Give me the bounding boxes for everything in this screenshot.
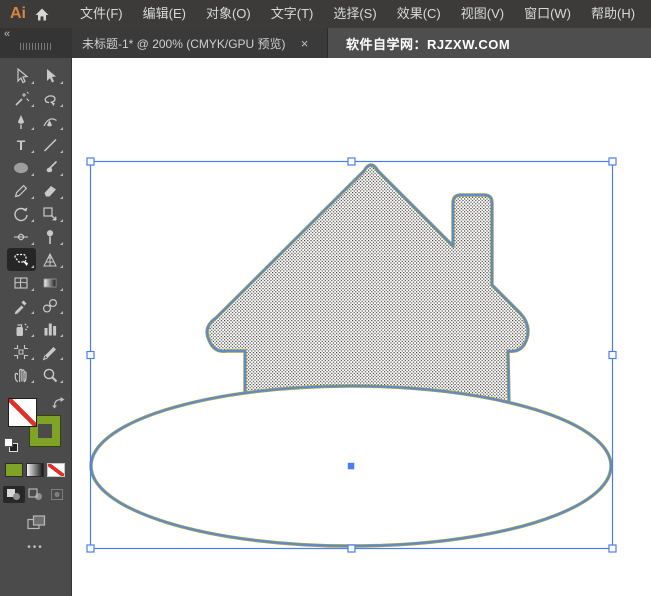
handle-top-left[interactable] [86, 157, 95, 166]
blend-tool-icon[interactable] [36, 294, 65, 317]
paintbrush-tool-icon[interactable] [36, 156, 65, 179]
draw-normal-button[interactable] [2, 486, 25, 503]
direct-selection-tool-icon[interactable] [36, 64, 65, 87]
site-watermark-text: 软件自学网：RJZXW.COM [346, 36, 511, 52]
fill-color-swatch-none[interactable] [7, 398, 37, 427]
eraser-tool-icon[interactable] [36, 179, 65, 202]
default-fill-stroke-icon[interactable] [3, 438, 18, 452]
menu-type[interactable]: 文字(T) [261, 0, 324, 28]
tool-grid: T [6, 64, 65, 386]
swap-fill-stroke-icon[interactable] [51, 396, 66, 414]
document-tab-title: 未标题-1* @ 200% (CMYK/GPU 预览) [82, 36, 286, 51]
puppet-warp-pin-tool-icon[interactable] [36, 225, 65, 248]
column-graph-tool-icon[interactable] [36, 317, 65, 340]
handle-top-center[interactable] [347, 157, 356, 166]
hand-tool-icon[interactable] [7, 363, 36, 386]
magic-wand-tool-icon[interactable] [7, 87, 36, 110]
shape-builder-tool-icon[interactable] [6, 248, 36, 271]
tab-close-icon[interactable]: × [296, 36, 314, 51]
symbol-sprayer-tool-icon[interactable] [7, 317, 36, 340]
menu-effect[interactable]: 效果(C) [387, 0, 451, 28]
document-tab[interactable]: 未标题-1* @ 200% (CMYK/GPU 预览) × [72, 28, 328, 58]
selection-center-point[interactable] [347, 462, 355, 470]
menu-help[interactable]: 帮助(H) [581, 0, 645, 28]
home-icon[interactable] [34, 7, 50, 22]
menubar: Ai 文件(F) 编辑(E) 对象(O) 文字(T) 选择(S) 效果(C) 视… [0, 0, 651, 28]
lasso-tool-icon[interactable] [36, 87, 65, 110]
illustrator-window: Ai 文件(F) 编辑(E) 对象(O) 文字(T) 选择(S) 效果(C) 视… [0, 0, 651, 596]
menu-select[interactable]: 选择(S) [323, 0, 386, 28]
menu-edit[interactable]: 编辑(E) [133, 0, 196, 28]
menu-view[interactable]: 视图(V) [451, 0, 514, 28]
pencil-tool-icon[interactable] [7, 179, 36, 202]
perspective-grid-tool-icon[interactable] [36, 248, 65, 271]
fill-stroke-widget [3, 396, 68, 456]
handle-middle-right[interactable] [608, 350, 617, 360]
panel-collapse-icon[interactable]: « [4, 28, 10, 40]
width-tool-icon[interactable] [7, 225, 36, 248]
menu-object[interactable]: 对象(O) [196, 0, 261, 28]
ellipse-tool-icon[interactable] [7, 156, 36, 179]
handle-bottom-right[interactable] [608, 544, 617, 553]
house-shape[interactable] [205, 163, 530, 406]
ai-logo: Ai [10, 5, 26, 22]
menu: 文件(F) 编辑(E) 对象(O) 文字(T) 选择(S) 效果(C) 视图(V… [70, 0, 645, 28]
gradient-tool-icon[interactable] [36, 271, 65, 294]
edit-toolbar-button[interactable]: ••• [0, 542, 71, 553]
zoom-tool-icon[interactable] [36, 363, 65, 386]
menu-window[interactable]: 窗口(W) [514, 0, 581, 28]
color-type-buttons [4, 463, 67, 477]
tab-strip-filler: 软件自学网：RJZXW.COM [328, 28, 651, 58]
artboard-tool-icon[interactable] [7, 340, 36, 363]
draw-behind-button[interactable] [25, 486, 47, 503]
line-segment-tool-icon[interactable] [36, 133, 65, 156]
panel-grip-handle[interactable] [20, 43, 52, 50]
change-screen-mode-button[interactable] [0, 515, 72, 530]
handle-bottom-left[interactable] [86, 544, 95, 553]
artwork [86, 157, 617, 553]
artboard-canvas[interactable] [72, 58, 651, 596]
eyedropper-tool-icon[interactable] [7, 294, 36, 317]
selection-tool-icon[interactable] [7, 64, 36, 87]
tools-panel-header: « [0, 28, 72, 58]
slice-tool-icon[interactable] [36, 340, 65, 363]
pen-tool-icon[interactable] [7, 110, 36, 133]
curvature-tool-icon[interactable] [36, 110, 65, 133]
draw-inside-button[interactable] [47, 486, 69, 503]
rotate-tool-icon[interactable] [7, 202, 36, 225]
type-tool-icon[interactable]: T [7, 133, 36, 156]
handle-top-right[interactable] [608, 157, 617, 166]
none-button[interactable] [46, 463, 65, 477]
scale-tool-icon[interactable] [36, 202, 65, 225]
tools-panel: T ••• [0, 58, 72, 596]
drawing-mode-buttons [2, 486, 69, 503]
color-button[interactable] [4, 463, 23, 477]
tab-strip: « 未标题-1* @ 200% (CMYK/GPU 预览) × 软件自学网：RJ… [0, 28, 651, 58]
handle-bottom-center[interactable] [347, 544, 356, 553]
handle-middle-left[interactable] [86, 350, 95, 360]
gradient-button[interactable] [25, 463, 44, 477]
menu-file[interactable]: 文件(F) [70, 0, 133, 28]
mesh-tool-icon[interactable] [7, 271, 36, 294]
